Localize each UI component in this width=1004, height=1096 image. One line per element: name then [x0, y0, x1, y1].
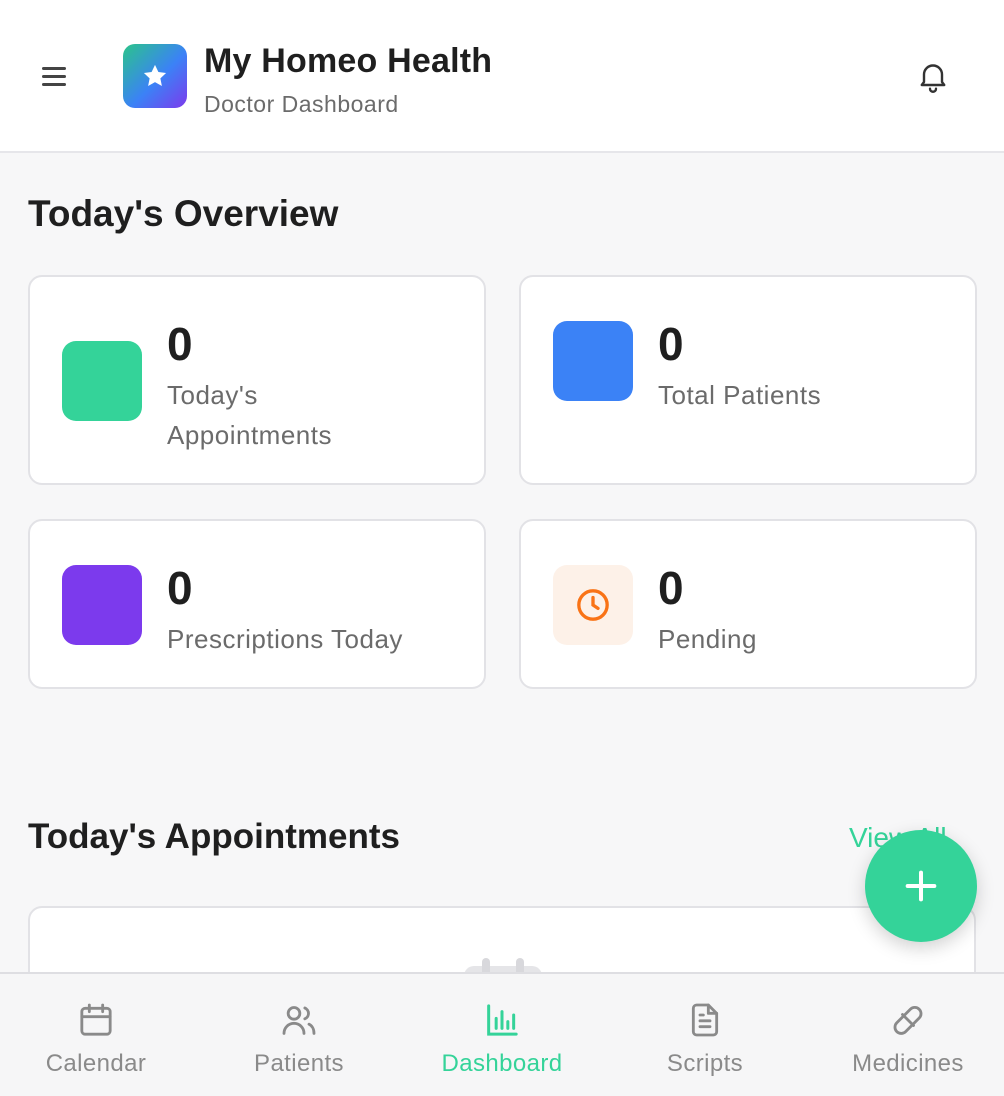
nav-label: Calendar: [45, 1050, 147, 1077]
app-subtitle: Doctor Dashboard: [204, 91, 399, 117]
stat-card-patients[interactable]: 0 Total Patients: [519, 275, 977, 485]
app-logo: [123, 44, 187, 108]
stat-label: Today's Appointments: [167, 380, 332, 450]
nav-label: Scripts: [666, 1050, 744, 1077]
stat-label: Prescriptions Today: [167, 624, 403, 654]
nav-item-calendar[interactable]: Calendar: [0, 974, 196, 1096]
stat-label: Total Patients: [658, 380, 822, 410]
app-title: My Homeo Health: [204, 42, 493, 80]
stat-value: 0: [658, 562, 684, 614]
add-button[interactable]: [865, 830, 977, 942]
bar-chart-icon: [487, 1004, 518, 1036]
star-icon: [143, 64, 167, 87]
stat-card-appointments[interactable]: 0 Today's Appointments: [28, 275, 486, 485]
calendar-icon: [80, 1003, 112, 1036]
nav-item-patients[interactable]: Patients: [199, 974, 399, 1096]
overview-title: Today's Overview: [28, 193, 339, 234]
bell-icon[interactable]: [915, 58, 951, 94]
bottom-nav: Calendar Patients Dashboard Scripts Medi…: [0, 972, 1004, 1096]
stat-value: 0: [167, 318, 193, 370]
patients-stat-icon: [553, 321, 633, 401]
appointments-stat-icon: [62, 341, 142, 421]
nav-label: Medicines: [852, 1050, 964, 1077]
nav-label: Dashboard: [441, 1050, 563, 1077]
document-icon: [691, 1003, 719, 1037]
nav-item-medicines[interactable]: Medicines: [808, 974, 1004, 1096]
hamburger-menu-icon[interactable]: [40, 64, 68, 88]
pending-stat-icon: [553, 565, 633, 645]
appointments-title: Today's Appointments: [28, 817, 400, 856]
app-header: My Homeo Health Doctor Dashboard: [0, 0, 1004, 153]
stat-label: Pending: [658, 624, 757, 654]
stat-value: 0: [167, 562, 193, 614]
nav-label: Patients: [254, 1050, 344, 1077]
users-icon: [282, 1006, 316, 1035]
pill-icon: [893, 1005, 923, 1035]
plus-icon: [905, 870, 937, 902]
prescriptions-stat-icon: [62, 565, 142, 645]
nav-item-scripts[interactable]: Scripts: [605, 974, 805, 1096]
stat-card-prescriptions[interactable]: 0 Prescriptions Today: [28, 519, 486, 689]
clock-icon: [577, 589, 609, 621]
stat-card-pending[interactable]: 0 Pending: [519, 519, 977, 689]
nav-item-dashboard[interactable]: Dashboard: [402, 974, 602, 1096]
stat-value: 0: [658, 318, 684, 370]
